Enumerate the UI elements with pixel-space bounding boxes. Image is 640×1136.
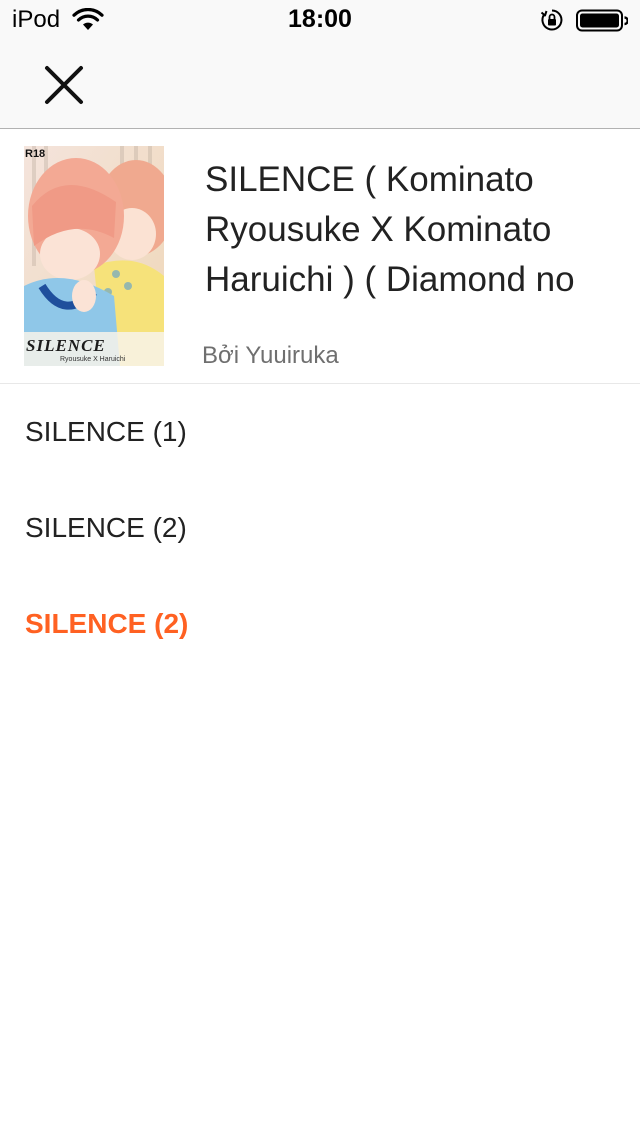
story-author[interactable]: Bởi Yuuiruka xyxy=(202,342,339,370)
cover-title: SILENCE xyxy=(26,336,106,355)
close-icon xyxy=(45,66,83,104)
screen: iPod 18:00 R18 SILENCE Ryousuke X Haruic… xyxy=(0,0,640,1136)
chapter-label: SILENCE (2) xyxy=(25,608,189,639)
chapter-label: SILENCE (2) xyxy=(25,512,187,543)
battery-icon xyxy=(576,9,629,33)
cover-image[interactable]: R18 SILENCE Ryousuke X Haruichi xyxy=(24,146,164,366)
chapter-item-current[interactable]: SILENCE (2) xyxy=(0,576,640,672)
orientation-lock-icon xyxy=(540,8,564,32)
chapter-item[interactable]: SILENCE (1) xyxy=(0,384,640,480)
story-title: SILENCE ( Kominato Ryousuke X Kominato H… xyxy=(205,160,575,299)
chapter-item[interactable]: SILENCE (2) xyxy=(0,480,640,576)
story-header: R18 SILENCE Ryousuke X Haruichi SILENCE … xyxy=(0,129,640,384)
cover-badge: R18 xyxy=(25,148,46,160)
chapter-label: SILENCE (1) xyxy=(25,416,187,447)
close-button[interactable] xyxy=(30,52,96,118)
nav-bar xyxy=(0,40,640,129)
cover-subtitle: Ryousuke X Haruichi xyxy=(60,356,126,363)
chapter-list: SILENCE (1) SILENCE (2) SILENCE (2) xyxy=(0,384,640,672)
status-bar: iPod 18:00 xyxy=(0,0,640,40)
